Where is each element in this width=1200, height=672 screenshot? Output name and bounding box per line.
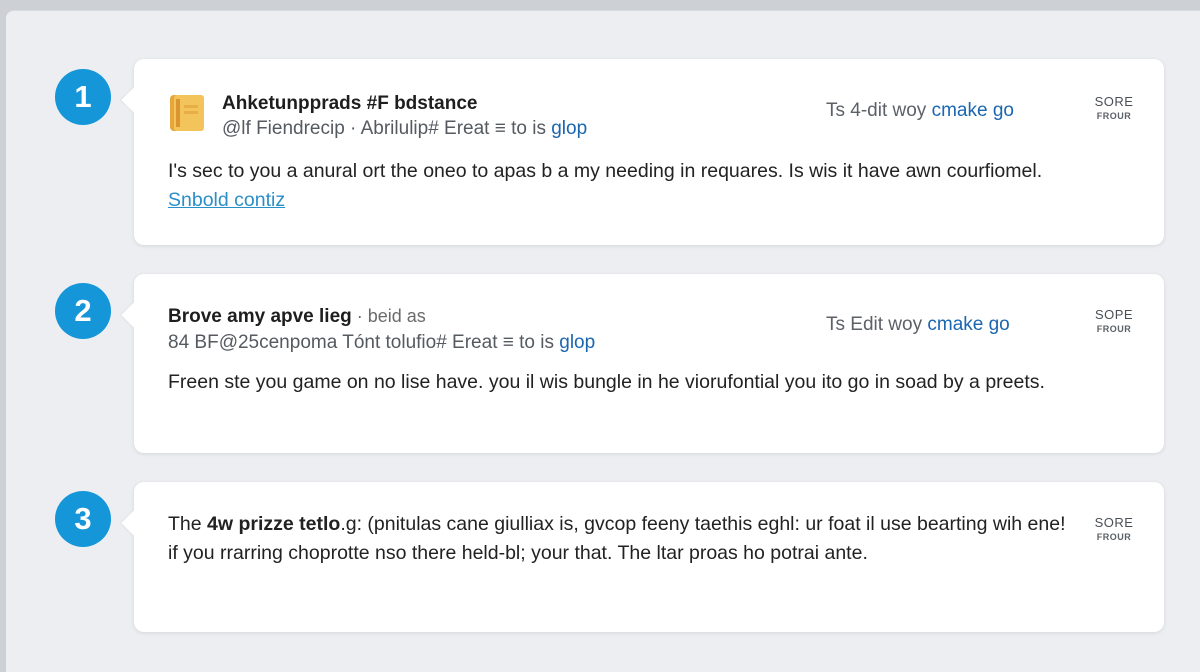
group-link[interactable]: glop [559, 332, 595, 353]
item-card[interactable]: Brove amy apve lieg · beid as 84 BF@25ce… [134, 274, 1164, 453]
item-card[interactable]: The 4w prizze tetlo.g: (pnitulas cane gi… [134, 482, 1164, 632]
item-title: Brove amy apve lieg · beid as [168, 306, 426, 327]
edit-action[interactable]: Ts Edit woy cmake go [826, 314, 1010, 336]
item-card[interactable]: Ahketunpprads #F bdstance @lf Fiendrecip… [134, 59, 1164, 245]
step-number-badge: 1 [55, 69, 111, 125]
item-title: Ahketunpprads #F bdstance [222, 93, 478, 114]
inline-link[interactable]: Snbold contiz [168, 189, 285, 211]
make-go-link[interactable]: cmake go [927, 314, 1009, 335]
main-panel: 1 Ahketunpprads #F bdstance @lf Fiendrec… [6, 10, 1200, 672]
score-label: SOPE FROUR [1094, 307, 1134, 335]
item-body: The 4w prizze tetlo.g: (pnitulas cane gi… [168, 513, 1066, 564]
item-body: Freen ste you game on no lise have. you … [168, 371, 1045, 393]
step-number-badge: 3 [55, 491, 111, 547]
score-label: SORE FROUR [1094, 94, 1134, 122]
group-link[interactable]: glop [551, 118, 587, 139]
item-subtitle: @lf Fiendrecip · Abrilulip# Ereat ≡ to i… [222, 118, 588, 139]
item-subtitle: 84 BF@25cenpoma Tónt tolufio# Ereat ≡ to… [168, 332, 596, 353]
item-body: I's sec to you a anural ort the oneo to … [168, 160, 1043, 211]
step-number-badge: 2 [55, 283, 111, 339]
edit-action[interactable]: Ts 4-dit woy cmake go [826, 100, 1014, 122]
make-go-link[interactable]: cmake go [932, 100, 1014, 121]
folder-file-icon [170, 95, 204, 131]
score-label: SORE FROUR [1094, 515, 1134, 543]
